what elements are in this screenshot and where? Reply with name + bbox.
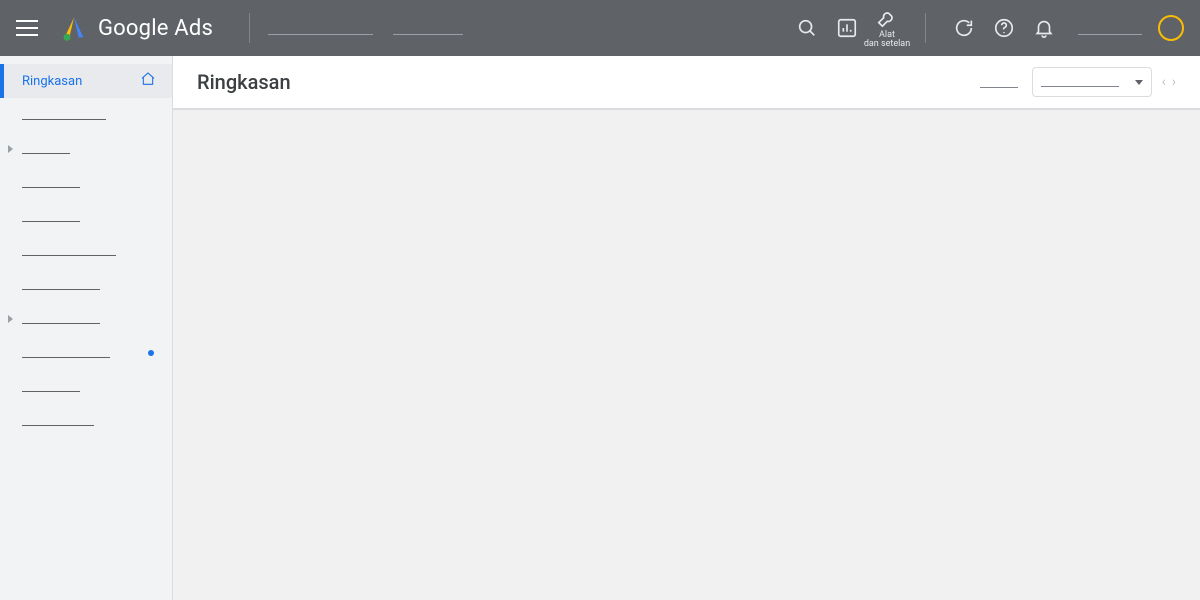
chevron-down-icon [1135,80,1143,85]
bell-icon [1033,17,1055,39]
tools-settings-label: Alat dan setelan [864,31,910,49]
chevron-right-icon [8,145,13,153]
notifications-button[interactable] [1024,0,1064,56]
home-icon [140,71,156,91]
page-title: Ringkasan [197,70,291,94]
sidebar-item-label [22,314,100,324]
page-header: Ringkasan ‹ › [173,56,1200,110]
sidebar-item-label [22,348,110,358]
breadcrumb-account[interactable] [268,21,373,35]
product-name: Google Ads [98,16,213,41]
content-canvas [173,110,1200,600]
sidebar-item-label [22,416,94,426]
account-avatar[interactable] [1158,15,1184,41]
sidebar-item[interactable] [0,234,172,268]
top-bar: Google Ads Alat dan setelan [0,0,1200,56]
breadcrumb-scope[interactable] [393,21,463,35]
date-range-picker[interactable] [1032,67,1152,97]
sidebar-item[interactable] [0,98,172,132]
sidebar-item[interactable] [0,132,172,166]
sidebar-item-label [22,110,106,120]
sidebar-item-label [22,246,116,256]
divider [925,13,926,43]
search-button[interactable] [787,0,827,56]
sidebar-item-label [22,280,100,290]
date-next-button[interactable]: › [1172,74,1176,90]
tools-settings-button[interactable]: Alat dan setelan [867,0,907,56]
sidebar-item[interactable] [0,268,172,302]
sidebar-item-label [22,382,80,392]
sidebar-item-label [22,178,80,188]
bar-chart-icon [836,17,858,39]
account-label[interactable] [1078,21,1142,35]
refresh-icon [953,17,975,39]
sidebar-item-label [22,212,80,222]
reports-button[interactable] [827,0,867,56]
sidebar-item[interactable] [0,302,172,336]
date-prev-button[interactable]: ‹ [1162,74,1166,90]
sidebar-item-overview[interactable]: Ringkasan [0,64,172,98]
main-panel: Ringkasan ‹ › [173,56,1200,600]
sidebar-item[interactable] [0,200,172,234]
help-button[interactable] [984,0,1024,56]
sidebar-item-label: Ringkasan [22,74,82,89]
sidebar-item-label [22,144,70,154]
date-range-label [980,76,1018,88]
sidebar-item[interactable] [0,166,172,200]
status-dot-icon [148,350,154,356]
date-pager: ‹ › [1162,74,1176,90]
chevron-right-icon [8,315,13,323]
wrench-icon [876,7,898,29]
logo-glyph-icon [60,14,88,42]
help-icon [993,17,1015,39]
sidebar-item[interactable] [0,336,172,370]
search-icon [796,17,818,39]
sidebar-item[interactable] [0,404,172,438]
refresh-button[interactable] [944,0,984,56]
sidebar-item[interactable] [0,370,172,404]
divider [249,13,250,43]
menu-icon[interactable] [16,16,40,40]
product-logo[interactable]: Google Ads [60,14,213,42]
left-nav: Ringkasan [0,56,173,600]
